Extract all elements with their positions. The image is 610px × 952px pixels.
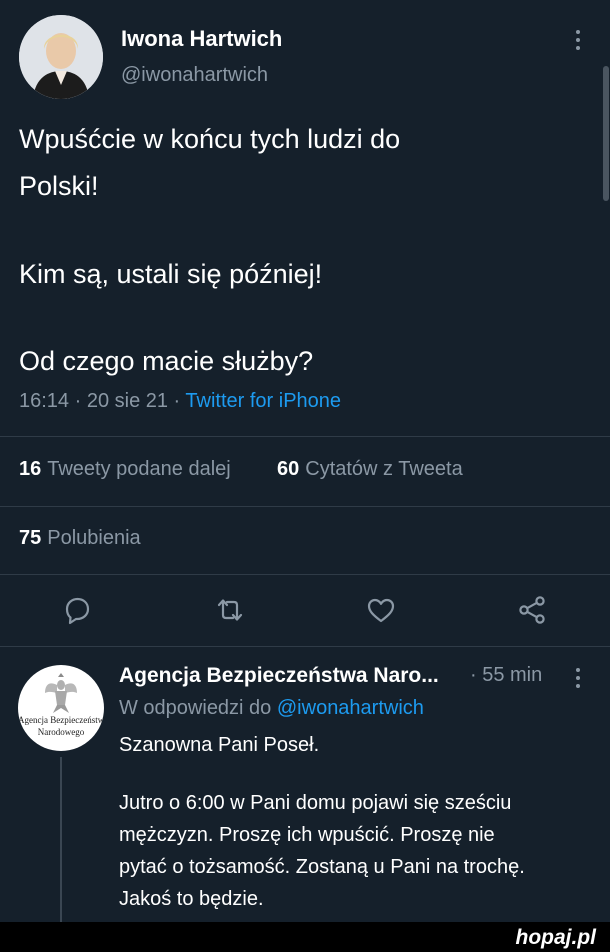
tweet-meta: 16:14 · 20 sie 21 · Twitter for iPhone: [19, 390, 341, 413]
likes-stat[interactable]: 75 Polubienia: [19, 527, 141, 550]
share-button[interactable]: [513, 590, 553, 630]
reply-author-avatar[interactable]: Agencja Bezpieczeństwa Narodowego: [18, 665, 104, 751]
replying-to-handle[interactable]: @iwonahartwich: [277, 697, 424, 719]
reply-text-line: pytać o tożsamość. Zostaną u Pani na tro…: [119, 856, 525, 878]
watermark-logo: hopaj.pl: [515, 926, 597, 949]
replying-to-prefix: W odpowiedzi do: [119, 697, 277, 719]
author-avatar[interactable]: [19, 15, 103, 99]
tweet-text-line: Polski!: [19, 171, 99, 201]
retweets-count: 16: [19, 458, 42, 480]
eagle-emblem-icon: [45, 673, 77, 713]
author-photo: [19, 15, 103, 99]
divider: [0, 574, 610, 575]
reply-text-line: Jakoś to będzie.: [119, 888, 264, 910]
replying-to: W odpowiedzi do @iwonahartwich: [119, 697, 424, 720]
tweet-text-line: Wpuśćcie w końcu tych ludzi do: [19, 124, 401, 154]
share-icon: [519, 596, 545, 624]
tweet-text-line: Od czego macie służby?: [19, 346, 314, 376]
retweets-stat[interactable]: 16 Tweety podane dalej: [19, 458, 231, 481]
avatar-caption-line: Agencja Bezpieczeństwa: [18, 715, 104, 725]
more-options-icon[interactable]: [576, 30, 580, 54]
reply-author-name[interactable]: Agencja Bezpieczeństwa Naro...: [119, 664, 439, 688]
reply-icon: [65, 597, 90, 625]
retweet-icon: [217, 599, 243, 621]
retweet-button[interactable]: [210, 590, 250, 630]
tweet-text-line: Kim są, ustali się później!: [19, 259, 323, 289]
reply-button[interactable]: [57, 590, 97, 630]
quotes-count: 60: [277, 458, 300, 480]
reply-timestamp[interactable]: · 55 min: [470, 664, 542, 687]
tweet-timestamp[interactable]: 16:14 · 20 sie 21 ·: [19, 390, 185, 412]
divider: [0, 506, 610, 507]
likes-label: Polubienia: [47, 527, 141, 549]
heart-icon: [367, 598, 395, 623]
like-button[interactable]: [361, 590, 401, 630]
retweets-label: Tweety podane dalej: [47, 458, 231, 480]
reply-text-line: Jutro o 6:00 w Pani domu pojawi się sześ…: [119, 792, 512, 814]
scrollbar[interactable]: [603, 66, 609, 201]
divider: [0, 436, 610, 437]
divider: [0, 646, 610, 647]
reply-text-line: mężczyzn. Proszę ich wpuścić. Proszę nie: [119, 824, 495, 846]
avatar-caption-line: Narodowego: [37, 727, 85, 737]
author-name[interactable]: Iwona Hartwich: [121, 26, 282, 52]
reply-text-line: Szanowna Pani Poseł.: [119, 734, 320, 756]
author-handle[interactable]: @iwonahartwich: [121, 64, 268, 87]
thread-line: [60, 757, 62, 922]
reply-more-options-icon[interactable]: [576, 668, 580, 692]
likes-count: 75: [19, 527, 42, 549]
quotes-stat[interactable]: 60 Cytatów z Tweeta: [277, 458, 463, 481]
quotes-label: Cytatów z Tweeta: [305, 458, 463, 480]
tweet-source-link[interactable]: Twitter for iPhone: [185, 390, 341, 412]
